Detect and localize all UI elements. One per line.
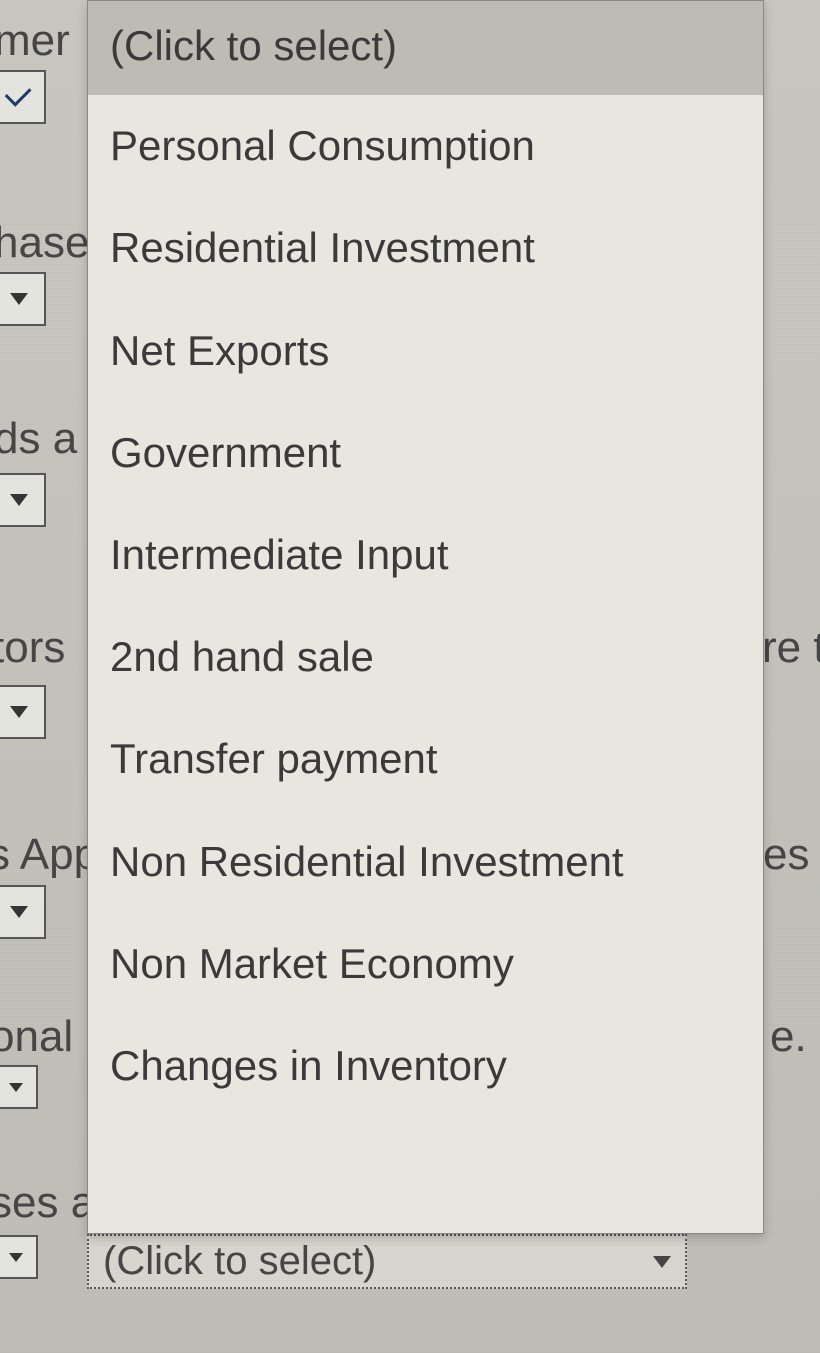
page-root: mer hase ds a tors re t s App es fr onal… bbox=[0, 0, 820, 1353]
dropdown-option[interactable]: Personal Consumption bbox=[88, 95, 763, 197]
bg-text-fragment: mer bbox=[0, 16, 70, 66]
select-value: (Click to select) bbox=[103, 1239, 376, 1284]
bg-select-7[interactable] bbox=[0, 1235, 38, 1279]
dropdown-option[interactable]: Changes in Inventory bbox=[88, 1015, 763, 1117]
bg-text-fragment: re t bbox=[762, 623, 820, 673]
dropdown-option[interactable]: Government bbox=[88, 402, 763, 504]
bg-select-4[interactable] bbox=[0, 685, 46, 739]
chevron-down-icon bbox=[9, 1253, 23, 1262]
dropdown-option[interactable]: Non Residential Investment bbox=[88, 811, 763, 913]
bg-text-fragment: e. bbox=[770, 1012, 807, 1062]
bg-select-1[interactable] bbox=[0, 70, 46, 124]
bg-select-2[interactable] bbox=[0, 272, 46, 326]
dropdown-option[interactable]: Non Market Economy bbox=[88, 913, 763, 1015]
active-select-collapsed[interactable]: (Click to select) bbox=[87, 1234, 687, 1289]
dropdown-option[interactable]: Net Exports bbox=[88, 300, 763, 402]
dropdown-option[interactable]: 2nd hand sale bbox=[88, 606, 763, 708]
bg-text-fragment: hase bbox=[0, 218, 89, 268]
dropdown-listbox[interactable]: (Click to select) Personal Consumption R… bbox=[87, 0, 764, 1234]
chevron-down-icon bbox=[10, 293, 28, 305]
bg-text-fragment: s App bbox=[0, 830, 98, 880]
chevron-down-icon bbox=[10, 494, 28, 506]
dropdown-option[interactable]: Transfer payment bbox=[88, 708, 763, 810]
bg-select-3[interactable] bbox=[0, 473, 46, 527]
chevron-down-icon bbox=[10, 906, 28, 918]
bg-text-fragment: onal bbox=[0, 1012, 73, 1062]
dropdown-option[interactable]: Intermediate Input bbox=[88, 504, 763, 606]
chevron-down-icon bbox=[10, 706, 28, 718]
check-icon bbox=[4, 79, 31, 106]
bg-text-fragment: es fr bbox=[763, 830, 820, 880]
bg-select-5[interactable] bbox=[0, 885, 46, 939]
bg-text-fragment: tors bbox=[0, 623, 65, 673]
chevron-down-icon bbox=[9, 1083, 23, 1092]
bg-text-fragment: ses a bbox=[0, 1178, 95, 1228]
bg-select-6[interactable] bbox=[0, 1065, 38, 1109]
bg-text-fragment: ds a bbox=[0, 414, 77, 464]
dropdown-option[interactable]: Residential Investment bbox=[88, 197, 763, 299]
dropdown-option-placeholder[interactable]: (Click to select) bbox=[88, 1, 763, 95]
chevron-down-icon bbox=[653, 1256, 671, 1268]
